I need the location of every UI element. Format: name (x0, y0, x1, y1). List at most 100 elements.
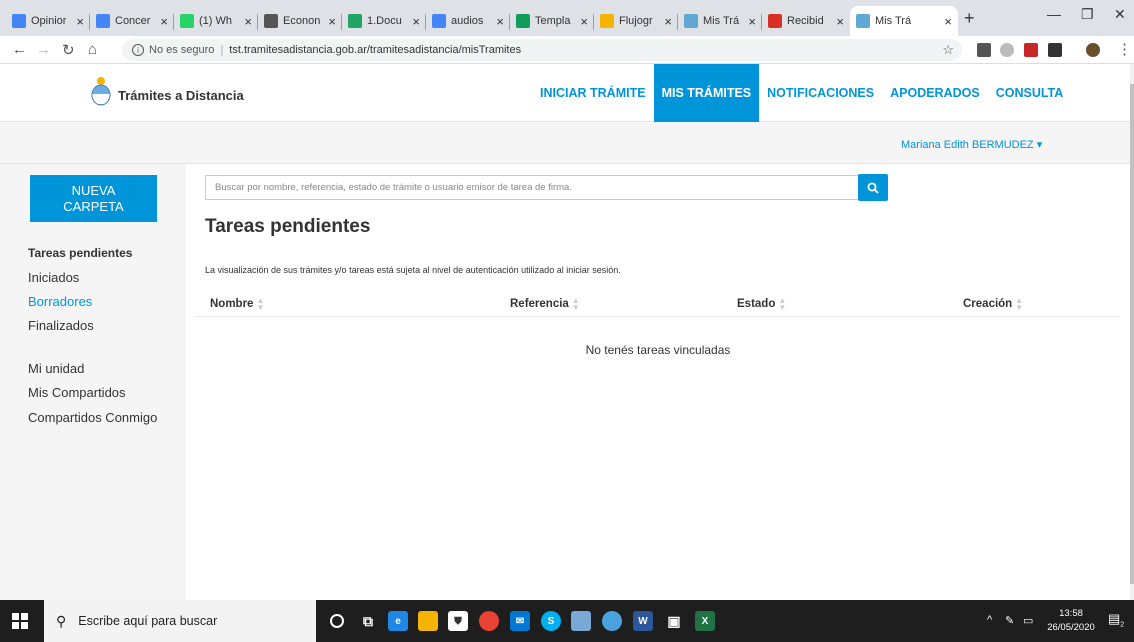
nav-item-4[interactable]: APODERADOS (882, 64, 988, 122)
forward-icon[interactable]: → (36, 41, 51, 58)
page-scrollbar[interactable] (1130, 64, 1134, 600)
browser-tab[interactable]: Opinior × (6, 6, 90, 36)
site-logo-text[interactable]: Trámites a Distancia (118, 88, 244, 103)
close-tab-icon[interactable]: × (664, 14, 672, 29)
sort-icon: ▲ ▼ (571, 296, 580, 312)
user-menu[interactable]: Mariana Edith BERMUDEZ ▾ (901, 138, 1042, 151)
gmail-icon (768, 14, 782, 28)
taskbar-search[interactable]: ⚲ Escribe aquí para buscar (44, 600, 316, 642)
close-tab-icon[interactable]: × (944, 14, 952, 29)
reload-icon[interactable]: ↻ (62, 41, 75, 59)
close-tab-icon[interactable]: × (76, 14, 84, 29)
edge-icon[interactable]: e (388, 611, 408, 631)
shield-icon (684, 14, 698, 28)
drive-icon (348, 14, 362, 28)
app-icon[interactable] (571, 611, 591, 631)
nav-item-2[interactable]: MIS TRÁMITES (653, 64, 760, 122)
browser-tab[interactable]: Templa × (510, 6, 594, 36)
user-bar: Mariana Edith BERMUDEZ ▾ (0, 122, 1130, 164)
browser-tab[interactable]: Econon × (258, 6, 342, 36)
browser-tab[interactable]: Concer × (90, 6, 174, 36)
home-icon[interactable]: ⌂ (88, 41, 97, 58)
word-icon[interactable]: W (633, 611, 653, 631)
remote-desktop-icon[interactable]: ▣ (664, 611, 684, 631)
browser-tab[interactable]: Flujogr × (594, 6, 678, 36)
coat-of-arms-icon (91, 77, 111, 106)
close-tab-icon[interactable]: × (160, 14, 168, 29)
taskbar-search-placeholder: Escribe aquí para buscar (78, 614, 218, 628)
profile-avatar[interactable] (1086, 43, 1100, 57)
file-explorer-icon[interactable] (418, 611, 438, 631)
column-header[interactable]: Estado ▲ ▼ (737, 296, 787, 312)
search-icon (867, 182, 879, 194)
circle-app-icon[interactable] (602, 611, 622, 631)
sidebar-item[interactable]: Iniciados (28, 270, 79, 285)
sort-icon: ▲ ▼ (778, 296, 787, 312)
new-tab-button[interactable]: + (964, 8, 975, 29)
sidebar-item[interactable]: Finalizados (28, 318, 94, 333)
scrollbar-thumb[interactable] (1130, 84, 1134, 584)
cortana-icon[interactable] (330, 614, 344, 628)
sidebar-item[interactable]: Mis Compartidos (28, 385, 126, 400)
screen: + — ❐ ✕ Opinior × Concer × (1) Wh × Econon × 1.D… (0, 0, 1134, 642)
extension-dark-icon[interactable] (1048, 43, 1062, 57)
browser-tab[interactable]: Mis Trá × (850, 6, 958, 36)
column-header[interactable]: Nombre ▲ ▼ (210, 297, 264, 312)
back-icon[interactable]: ← (12, 41, 27, 58)
notification-count: 2 (1120, 621, 1125, 629)
browser-tab[interactable]: Mis Trá × (678, 6, 762, 36)
main-nav: INICIAR TRÁMITE MIS TRÁMITES NOTIFICACIONE… (532, 64, 1071, 122)
close-window-icon[interactable]: ✕ (1114, 6, 1126, 23)
restore-icon[interactable]: ❐ (1081, 6, 1094, 23)
browser-tab-strip: + — ❐ ✕ Opinior × Concer × (1) Wh × Econon × 1.D… (0, 0, 1134, 36)
tray-chevron-icon[interactable]: ^ (987, 614, 992, 626)
browser-menu-icon[interactable]: ⋮ (1117, 40, 1132, 58)
site-icon (264, 14, 278, 28)
close-tab-icon[interactable]: × (580, 14, 588, 29)
sidebar-item[interactable]: Compartidos Conmigo (28, 410, 157, 425)
browser-tab[interactable]: audios × (426, 6, 510, 36)
close-tab-icon[interactable]: × (496, 14, 504, 29)
windows-start-icon[interactable] (12, 613, 28, 629)
close-tab-icon[interactable]: × (412, 14, 420, 29)
taskbar-clock[interactable]: 13:58 26/05/2020 (1046, 607, 1096, 635)
task-view-icon[interactable]: ⧉ (358, 611, 378, 631)
notifications-icon[interactable]: ▤2 (1108, 611, 1124, 629)
extension-icon[interactable] (1000, 43, 1014, 57)
sidebar-item[interactable]: Tareas pendientes (28, 246, 132, 260)
mail-icon[interactable]: ✉ (510, 611, 530, 631)
header-divider (196, 316, 1120, 317)
search-input[interactable] (205, 175, 859, 200)
minimize-icon[interactable]: — (1047, 6, 1061, 22)
pen-icon[interactable]: ✎ (1005, 614, 1014, 627)
sidebar-item[interactable]: Borradores (28, 294, 92, 309)
column-header[interactable]: Referencia ▲ ▼ (510, 296, 580, 312)
close-tab-icon[interactable]: × (244, 14, 252, 29)
shield-icon (856, 14, 870, 28)
info-icon[interactable]: i (132, 44, 144, 56)
close-tab-icon[interactable]: × (328, 14, 336, 29)
store-icon[interactable]: ⛊ (448, 611, 468, 631)
pdf-extension-icon[interactable] (1024, 43, 1038, 57)
close-tab-icon[interactable]: × (748, 14, 756, 29)
new-folder-button[interactable]: NUEVA CARPETA (30, 175, 157, 222)
extension-b-icon[interactable] (977, 43, 991, 57)
column-header[interactable]: Creación ▲ ▼ (963, 297, 1023, 312)
browser-tab[interactable]: Recibid × (762, 6, 850, 36)
close-tab-icon[interactable]: × (836, 14, 844, 29)
site-header: Trámites a Distancia INICIAR TRÁMITE MIS … (0, 64, 1130, 122)
browser-tab-title: 1.Docu (367, 15, 402, 27)
nav-item-3[interactable]: NOTIFICACIONES (759, 64, 882, 122)
browser-tab[interactable]: (1) Wh × (174, 6, 258, 36)
browser-tab[interactable]: 1.Docu × (342, 6, 426, 36)
nav-item-5[interactable]: CONSULTA (988, 64, 1072, 122)
nav-item-1[interactable]: INICIAR TRÁMITE (532, 64, 654, 122)
skype-icon[interactable]: S (541, 611, 561, 631)
chrome-icon[interactable] (479, 611, 499, 631)
url-field[interactable]: i No es seguro | tst.tramitesadistancia.… (122, 39, 962, 61)
search-button[interactable] (858, 174, 888, 201)
bookmark-star-icon[interactable]: ☆ (942, 42, 954, 58)
excel-icon[interactable]: X (695, 611, 715, 631)
battery-icon[interactable]: ▭ (1023, 614, 1033, 627)
sidebar-item[interactable]: Mi unidad (28, 361, 84, 376)
